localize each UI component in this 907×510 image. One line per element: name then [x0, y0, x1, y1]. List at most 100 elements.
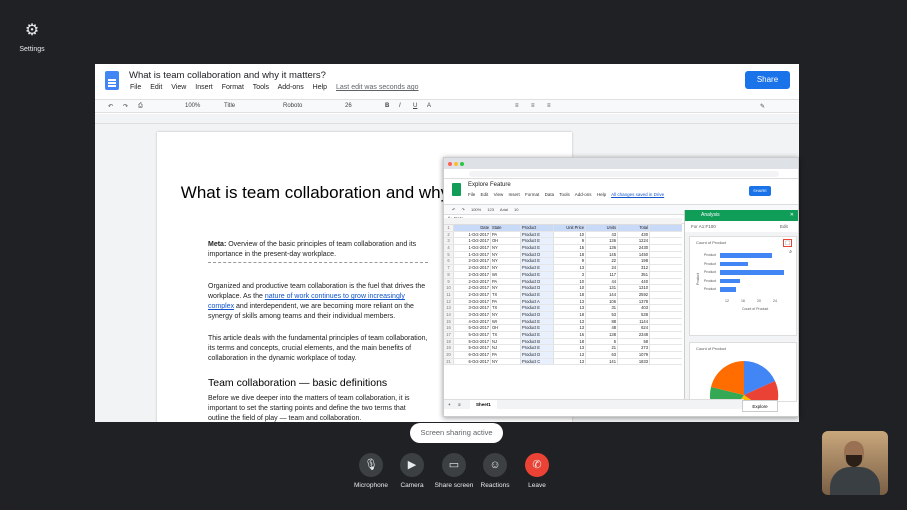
table-cell[interactable]: Product E [521, 238, 554, 245]
table-cell[interactable]: 13 [554, 352, 586, 358]
print-icon[interactable]: ⎙ [138, 103, 143, 110]
table-cell[interactable]: NY [491, 285, 521, 291]
row-number[interactable]: 15 [444, 318, 454, 325]
table-cell[interactable]: Product E [521, 291, 554, 298]
table-cell[interactable]: OH [491, 325, 521, 331]
table-cell[interactable]: 5 [586, 338, 618, 345]
table-cell[interactable]: PA [491, 231, 521, 238]
table-cell[interactable]: Date [454, 225, 491, 231]
table-cell[interactable]: Product D [521, 278, 554, 285]
table-cell[interactable]: WI [491, 318, 521, 325]
table-cell[interactable]: 145 [586, 251, 618, 258]
table-cell[interactable]: 13 [554, 325, 586, 331]
table-cell[interactable]: Product E [521, 332, 554, 338]
align-left-icon[interactable]: ≡ [515, 103, 519, 109]
menu-format[interactable]: Format [222, 84, 244, 91]
underline-icon[interactable]: U [413, 103, 417, 109]
table-cell[interactable]: 1-Oct-2017 [454, 251, 491, 258]
sheet-menu-data[interactable]: Data [545, 192, 555, 197]
table-cell[interactable]: NJ [491, 338, 521, 345]
table-cell[interactable]: 1224 [618, 238, 650, 245]
table-cell[interactable]: Total [618, 225, 650, 231]
table-row[interactable]: 9 2-Oct-2017 PA Product D 10 44 440 [444, 278, 682, 286]
table-row[interactable]: 21 6-Oct-2017 NY Product C 13 141 1833 [444, 358, 682, 366]
sheet-share-button[interactable]: SHARE [749, 186, 771, 196]
sheet-menu-edit[interactable]: Edit [481, 192, 489, 197]
table-cell[interactable]: 1450 [618, 251, 650, 258]
row-number[interactable]: 16 [444, 325, 454, 331]
sheet-menu-view[interactable]: View [494, 192, 504, 197]
spreadsheet-grid[interactable]: 1 Date State Product Unit Price Units Total 2 1-… [444, 225, 682, 366]
table-cell[interactable]: 5-Oct-2017 [454, 345, 491, 352]
table-cell[interactable]: State [491, 225, 521, 231]
table-cell[interactable]: NY [491, 258, 521, 265]
row-number[interactable]: 5 [444, 251, 454, 258]
last-edit-link[interactable]: Last edit was seconds ago [336, 84, 419, 91]
table-row[interactable]: 11 2-Oct-2017 TX Product E 18 144 2592 [444, 291, 682, 299]
close-icon[interactable] [448, 162, 452, 166]
table-cell[interactable]: 2-Oct-2017 [454, 265, 491, 271]
table-cell[interactable]: 2430 [618, 245, 650, 251]
bar-chart-card[interactable]: Count of Product ⬚ ⌕ Product Product Produ… [689, 236, 797, 336]
table-row[interactable]: 8 2-Oct-2017 WI Product E 3 117 351 [444, 271, 682, 279]
reactions-button[interactable]: ☺ [483, 453, 507, 477]
sheet-menu-format[interactable]: Format [525, 192, 539, 197]
doc-share-button[interactable]: Share [745, 71, 790, 89]
table-cell[interactable]: 3-Oct-2017 [454, 298, 491, 305]
table-cell[interactable]: Product E [521, 318, 554, 325]
table-cell[interactable]: 2-Oct-2017 [454, 285, 491, 291]
close-icon[interactable]: ✕ [790, 210, 794, 221]
table-cell[interactable]: 9 [554, 258, 586, 265]
style-select[interactable]: Title [224, 103, 235, 109]
table-cell[interactable]: 1378 [618, 298, 650, 305]
table-row[interactable]: 4 1-Oct-2017 NY Product E 15 136 2430 [444, 245, 682, 252]
align-center-icon[interactable]: ≡ [531, 103, 535, 109]
row-number[interactable]: 3 [444, 238, 454, 245]
table-cell[interactable]: 1-Oct-2017 [454, 245, 491, 251]
table-cell[interactable]: 48 [586, 325, 618, 331]
all-sheets-icon[interactable]: ≡ [458, 402, 461, 407]
sheet-menu-addons[interactable]: Add-ons [575, 192, 592, 197]
table-cell[interactable]: 13 [554, 358, 586, 365]
table-cell[interactable]: Product A [521, 298, 554, 305]
table-row[interactable]: 2 1-Oct-2017 PA Product E 10 43 430 [444, 231, 682, 239]
editing-mode-icon[interactable]: ✎ [760, 103, 765, 110]
row-number[interactable]: 19 [444, 345, 454, 352]
table-row[interactable]: 14 3-Oct-2017 NY Product D 18 53 538 [444, 311, 682, 319]
explore-button[interactable]: Explore [742, 400, 778, 412]
table-cell[interactable]: TX [491, 332, 521, 338]
table-cell[interactable]: 13 [554, 265, 586, 271]
row-number[interactable]: 4 [444, 245, 454, 251]
menu-addons[interactable]: Add-ons [278, 84, 304, 91]
table-row[interactable]: 18 5-Oct-2017 NJ Product B 18 5 58 [444, 338, 682, 346]
table-cell[interactable]: 13 [554, 298, 586, 305]
text-color-icon[interactable]: A [427, 103, 431, 109]
bold-icon[interactable]: B [385, 103, 389, 109]
table-cell[interactable]: 1079 [618, 352, 650, 358]
table-cell[interactable]: Product E [521, 325, 554, 331]
table-cell[interactable]: 144 [586, 291, 618, 298]
table-row[interactable]: 12 3-Oct-2017 PA Product A 13 106 1378 [444, 298, 682, 306]
table-cell[interactable]: 1310 [618, 285, 650, 291]
table-cell[interactable]: WI [491, 271, 521, 278]
table-cell[interactable]: 403 [618, 305, 650, 311]
table-row[interactable]: 15 4-Oct-2017 WI Product E 13 88 1144 [444, 318, 682, 326]
table-cell[interactable]: 2592 [618, 291, 650, 298]
table-cell[interactable]: 1-Oct-2017 [454, 231, 491, 238]
table-cell[interactable]: 1-Oct-2017 [454, 238, 491, 245]
row-number[interactable]: 10 [444, 285, 454, 291]
undo-icon[interactable]: ↶ [108, 103, 113, 110]
self-camera-tile[interactable] [822, 431, 888, 495]
explore-edit-link[interactable]: Edit [780, 224, 788, 229]
table-cell[interactable]: 131 [586, 285, 618, 291]
table-cell[interactable]: Unit Price [554, 225, 586, 231]
font-size-field[interactable]: 26 [345, 103, 352, 109]
table-row[interactable]: 19 5-Oct-2017 NJ Product E 13 21 273 [444, 345, 682, 353]
table-row[interactable]: 16 5-Oct-2017 OH Product E 13 48 624 [444, 325, 682, 332]
table-cell[interactable]: 10 [554, 231, 586, 238]
pie-chart-card[interactable]: Count of Product [689, 342, 797, 402]
table-cell[interactable]: 5-Oct-2017 [454, 332, 491, 338]
table-cell[interactable]: Product E [521, 265, 554, 271]
settings-control[interactable]: ⚙ Settings [14, 22, 50, 53]
table-cell[interactable]: Product E [521, 271, 554, 278]
